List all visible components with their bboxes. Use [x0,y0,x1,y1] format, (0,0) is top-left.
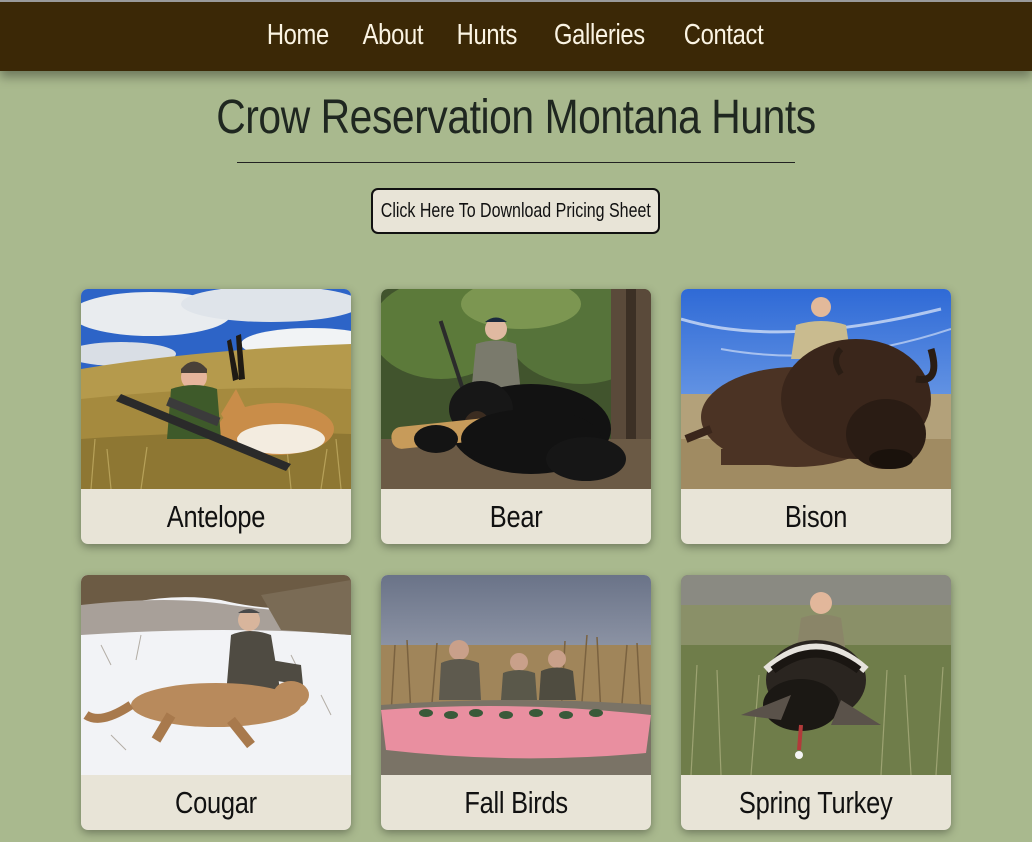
hunt-card-label: Bison [784,498,848,534]
hunt-card-label: Antelope [166,498,266,534]
hunt-card-label: Cougar [175,784,257,820]
fall-birds-photo [381,575,651,775]
cougar-photo [81,575,351,775]
antelope-photo [81,289,351,489]
hunt-card-label: Spring Turkey [739,784,893,820]
nav-home[interactable]: Home [267,19,329,54]
nav-hunts[interactable]: Hunts [457,19,518,54]
nav-contact[interactable]: Contact [683,19,763,54]
bear-photo [381,289,651,489]
spring-turkey-photo [681,575,951,775]
nav-about[interactable]: About [363,19,424,54]
nav-galleries[interactable]: Galleries [554,19,645,54]
page-title: Crow Reservation Montana Hunts [216,91,816,144]
download-pricing-label: Click Here To Download Pricing Sheet [380,199,651,222]
hunt-card-label: Bear [489,498,543,534]
download-pricing-button[interactable]: Click Here To Download Pricing Sheet [371,188,660,234]
hunt-card-antelope[interactable]: Antelope [81,289,351,544]
title-divider [237,162,795,163]
hunt-card-label: Fall Birds [464,784,568,820]
hunt-card-fall-birds[interactable]: Fall Birds [381,575,651,830]
hunt-card-bison[interactable]: Bison [681,289,951,544]
hunt-card-spring-turkey[interactable]: Spring Turkey [681,575,951,830]
main-nav: Home About Hunts Galleries Contact [0,0,1032,71]
hunt-card-cougar[interactable]: Cougar [81,575,351,830]
bison-photo [681,289,951,489]
hunt-card-bear[interactable]: Bear [381,289,651,544]
